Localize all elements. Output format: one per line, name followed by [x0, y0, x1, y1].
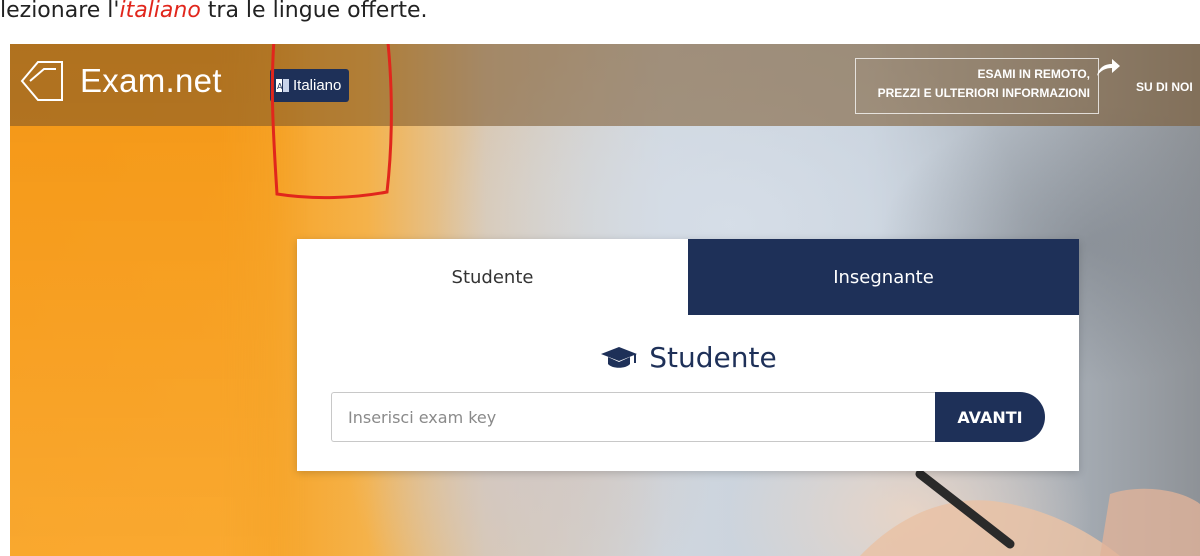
- caption-suffix: tra le lingue offerte.: [200, 0, 428, 23]
- share-arrow-icon[interactable]: [1095, 56, 1121, 78]
- language-flag-icon: A: [276, 79, 289, 92]
- instruction-caption: lezionare l'italiano tra le lingue offer…: [0, 0, 428, 34]
- caption-highlight: italiano: [119, 0, 201, 23]
- brand-logo[interactable]: Exam.net: [18, 56, 222, 106]
- tab-student[interactable]: Studente: [297, 239, 688, 315]
- about-us-link[interactable]: SU DI NOI: [1136, 80, 1193, 94]
- svg-text:A: A: [277, 82, 283, 91]
- top-navbar: Exam.net A Italiano ESAMI IN REMOTO, PRE…: [10, 44, 1200, 126]
- exam-key-form: AVANTI: [331, 392, 1045, 442]
- remote-exams-pricing-link[interactable]: ESAMI IN REMOTO, PREZZI E ULTERIORI INFO…: [855, 58, 1099, 114]
- caption-prefix: lezionare l': [0, 0, 120, 23]
- hero-background: Exam.net A Italiano ESAMI IN REMOTO, PRE…: [10, 44, 1200, 556]
- panel-title: Studente: [297, 341, 1079, 374]
- graduation-cap-icon: [601, 346, 638, 368]
- remote-link-line1: ESAMI IN REMOTO,: [977, 67, 1090, 81]
- panel-title-text: Studente: [649, 341, 777, 374]
- language-label: Italiano: [293, 77, 342, 94]
- language-selector-button[interactable]: A Italiano: [270, 69, 350, 102]
- tab-teacher[interactable]: Insegnante: [688, 239, 1079, 315]
- login-card: Studente Insegnante Studente AVANTI: [297, 239, 1079, 471]
- submit-exam-key-button[interactable]: AVANTI: [935, 392, 1045, 442]
- brand-name: Exam.net: [80, 62, 222, 99]
- exam-key-input[interactable]: [331, 392, 935, 442]
- role-tabs: Studente Insegnante: [297, 239, 1079, 315]
- exam-net-logo-icon: [20, 61, 63, 101]
- remote-link-line2: PREZZI E ULTERIORI INFORMAZIONI: [877, 86, 1090, 100]
